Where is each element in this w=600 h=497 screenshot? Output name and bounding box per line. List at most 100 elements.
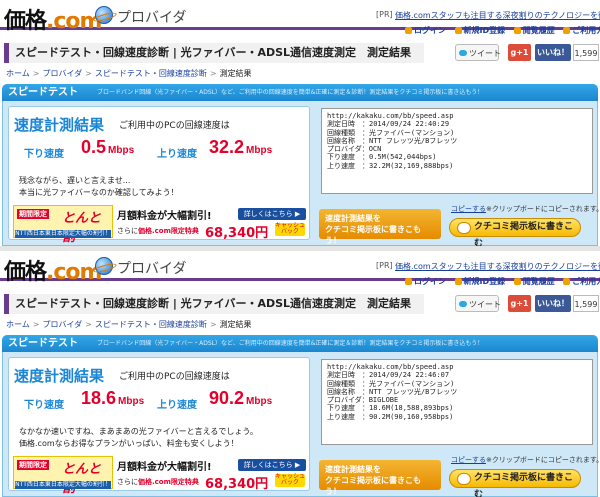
down-speed-label: 下り速度: [24, 400, 64, 411]
result-textbox[interactable]: http://kakaku.com/bb/speed.asp 測定日時 ：201…: [321, 108, 593, 194]
speedtest-header: スピードテスト ブロードバンド回線（光ファイバー・ADSL）など、ご利用中の回線…: [2, 335, 598, 352]
breadcrumb: ホーム > プロバイダ > スピードテスト・回線速度診断 > 測定結果: [6, 69, 252, 78]
login-icon: [405, 278, 412, 285]
result-panel: 速度計測結果 ご利用中のPCの回線速度は 下り速度 0.5 Mbps 上り速度 3…: [8, 106, 310, 245]
copy-link[interactable]: コピーする: [451, 205, 486, 213]
speedtest-body: 速度計測結果 ご利用中のPCの回線速度は 下り速度 0.5 Mbps 上り速度 3…: [2, 101, 600, 246]
speedtest-title: スピードテスト: [8, 338, 78, 349]
promo-campaign: 期間限定 とんと割 NTT西日本東日本限定大幅の割引！: [13, 205, 113, 245]
page-title: スピードテスト・回線速度診断 | 光ファイバー・ADSL通信速度測定 測定結果: [4, 294, 424, 314]
guide-link[interactable]: ご利用ガイド: [563, 277, 600, 286]
register-link[interactable]: 新規ID登録: [454, 277, 505, 286]
kuchikomi-button[interactable]: クチコミ掲示板に書きこむ: [449, 218, 581, 246]
kuchikomi-invite: 速度計測結果を クチコミ掲示板に書きこもう！: [319, 209, 441, 245]
screenshot-1: 価格.com プロバイダ [PR] 価格.comスタッフも注目する深夜割りのテク…: [0, 0, 600, 246]
result-textbox[interactable]: http://kakaku.com/bb/speed.asp 測定日時 ：201…: [321, 359, 593, 445]
promo-note: さらに価格.com限定特典: [117, 478, 199, 486]
login-link[interactable]: ログイン: [405, 277, 446, 286]
promo-details-button[interactable]: 詳しくはこちら ▶: [238, 459, 306, 471]
breadcrumb-current: 測定結果: [219, 69, 252, 78]
pr-label: [PR]: [376, 10, 393, 19]
history-icon: [513, 27, 521, 34]
cashback-badge: キャッシュバック: [275, 473, 306, 487]
login-link[interactable]: ログイン: [405, 26, 446, 35]
like-count: 1,599: [573, 44, 599, 61]
breadcrumb-home[interactable]: ホーム: [6, 69, 30, 78]
history-link[interactable]: 閲覧履歴: [513, 277, 555, 286]
gplus-button[interactable]: g+1: [508, 295, 531, 312]
copy-note: コピーする※クリップボードにコピーされます。: [451, 205, 600, 213]
cashback-badge: キャッシュバック: [275, 222, 306, 236]
speedtest-header: スピードテスト ブロードバンド回線（光ファイバー・ADSL）など、ご利用中の回線…: [2, 84, 598, 101]
pr-link[interactable]: 価格.comスタッフも注目する深夜割りのテクノロジーを徹底検証: [395, 261, 600, 272]
pr-label: [PR]: [376, 261, 393, 270]
promo-note: さらに価格.com限定特典: [117, 227, 199, 235]
guide-icon: [563, 27, 571, 34]
speedtest-desc: ブロードバンド回線（光ファイバー・ADSL）など、ご利用中の回線速度を簡単&正確…: [97, 340, 484, 347]
globe-icon: [95, 6, 113, 24]
pr-link[interactable]: 価格.comスタッフも注目する深夜割りのテクノロジーを徹底検証: [395, 10, 600, 21]
up-speed-label: 上り速度: [157, 149, 197, 160]
login-icon: [405, 27, 412, 34]
tweet-button[interactable]: ツイート: [455, 44, 501, 61]
kakaku-logo[interactable]: 価格.com: [4, 254, 102, 286]
up-speed-label: 上り速度: [157, 400, 197, 411]
promo-price: 68,340円: [205, 226, 269, 241]
result-subtitle: ご利用中のPCの回線速度は: [119, 372, 230, 382]
speedtest-body: 速度計測結果 ご利用中のPCの回線速度は 下り速度 18.6 Mbps 上り速度 …: [2, 352, 600, 497]
breadcrumb-speedtest[interactable]: スピードテスト・回線速度診断: [95, 320, 207, 329]
breadcrumb-provider[interactable]: プロバイダ: [42, 320, 82, 329]
kakaku-logo[interactable]: 価格.com: [4, 3, 102, 35]
copy-note: コピーする※クリップボードにコピーされます。: [451, 456, 600, 464]
like-count: 1,599: [573, 295, 599, 312]
promo-price: 68,340円: [205, 477, 269, 492]
breadcrumb-current: 測定結果: [219, 320, 252, 329]
up-speed-value: 90.2 Mbps: [209, 388, 273, 408]
down-speed-label: 下り速度: [24, 149, 64, 160]
speedtest-title: スピードテスト: [8, 87, 78, 98]
promo-details-button[interactable]: 詳しくはこちら ▶: [238, 208, 306, 220]
history-icon: [513, 278, 521, 285]
speedtest-desc: ブロードバンド回線（光ファイバー・ADSL）など、ご利用中の回線速度を簡単&正確…: [97, 89, 484, 96]
provider-label[interactable]: プロバイダ: [117, 258, 186, 278]
down-speed-value: 0.5 Mbps: [81, 137, 135, 157]
promo-headline: 月額料金が大幅割引!: [117, 211, 212, 222]
down-speed-value: 18.6 Mbps: [81, 388, 145, 408]
gplus-button[interactable]: g+1: [508, 44, 531, 61]
guide-link[interactable]: ご利用ガイド: [563, 26, 600, 35]
promo-banner[interactable]: 期間限定 とんと割 NTT西日本東日本限定大幅の割引！ 月額料金が大幅割引! 詳…: [13, 456, 307, 496]
result-title: 速度計測結果: [14, 117, 105, 134]
twitter-bird-icon: [459, 50, 467, 56]
kuchikomi-button[interactable]: クチコミ掲示板に書きこむ: [449, 469, 581, 497]
promo-headline: 月額料金が大幅割引!: [117, 462, 212, 473]
twitter-bird-icon: [459, 301, 467, 307]
history-link[interactable]: 閲覧履歴: [513, 26, 555, 35]
register-icon: [454, 27, 462, 34]
result-message: 残念ながら、遅いと言えませ... 本当に光ファイバーなのか確認してみよう！: [19, 176, 179, 197]
breadcrumb-provider[interactable]: プロバイダ: [42, 69, 82, 78]
promo-banner[interactable]: 期間限定 とんと割 NTT西日本東日本限定大幅の割引！ 月額料金が大幅割引! 詳…: [13, 205, 307, 245]
facebook-like-button[interactable]: いいね！: [535, 295, 571, 312]
copy-link[interactable]: コピーする: [451, 456, 486, 464]
up-speed-value: 32.2 Mbps: [209, 137, 273, 157]
header-links: ログイン 新規ID登録 閲覧履歴 ご利用ガイド: [405, 25, 600, 36]
result-message: なかなか速いですね、まあまあの光ファイバーと言えるでしょう。 価格.comならお得…: [19, 427, 258, 448]
breadcrumb-speedtest[interactable]: スピードテスト・回線速度診断: [95, 69, 207, 78]
register-link[interactable]: 新規ID登録: [454, 26, 505, 35]
guide-icon: [563, 278, 571, 285]
breadcrumb-home[interactable]: ホーム: [6, 320, 30, 329]
breadcrumb: ホーム > プロバイダ > スピードテスト・回線速度診断 > 測定結果: [6, 320, 252, 329]
globe-icon: [95, 257, 113, 275]
screenshot-2: 価格.com プロバイダ [PR] 価格.comスタッフも注目する深夜割りのテク…: [0, 251, 600, 497]
register-icon: [454, 278, 462, 285]
result-panel: 速度計測結果 ご利用中のPCの回線速度は 下り速度 18.6 Mbps 上り速度 …: [8, 357, 310, 496]
promo-campaign: 期間限定 とんと割 NTT西日本東日本限定大幅の割引！: [13, 456, 113, 496]
result-subtitle: ご利用中のPCの回線速度は: [119, 121, 230, 131]
kuchikomi-invite: 速度計測結果を クチコミ掲示板に書きこもう！: [319, 460, 441, 496]
provider-label[interactable]: プロバイダ: [117, 7, 186, 27]
tweet-button[interactable]: ツイート: [455, 295, 501, 312]
result-title: 速度計測結果: [14, 368, 105, 385]
page-title: スピードテスト・回線速度診断 | 光ファイバー・ADSL通信速度測定 測定結果: [4, 43, 424, 63]
header-links: ログイン 新規ID登録 閲覧履歴 ご利用ガイド: [405, 276, 600, 287]
facebook-like-button[interactable]: いいね！: [535, 44, 571, 61]
